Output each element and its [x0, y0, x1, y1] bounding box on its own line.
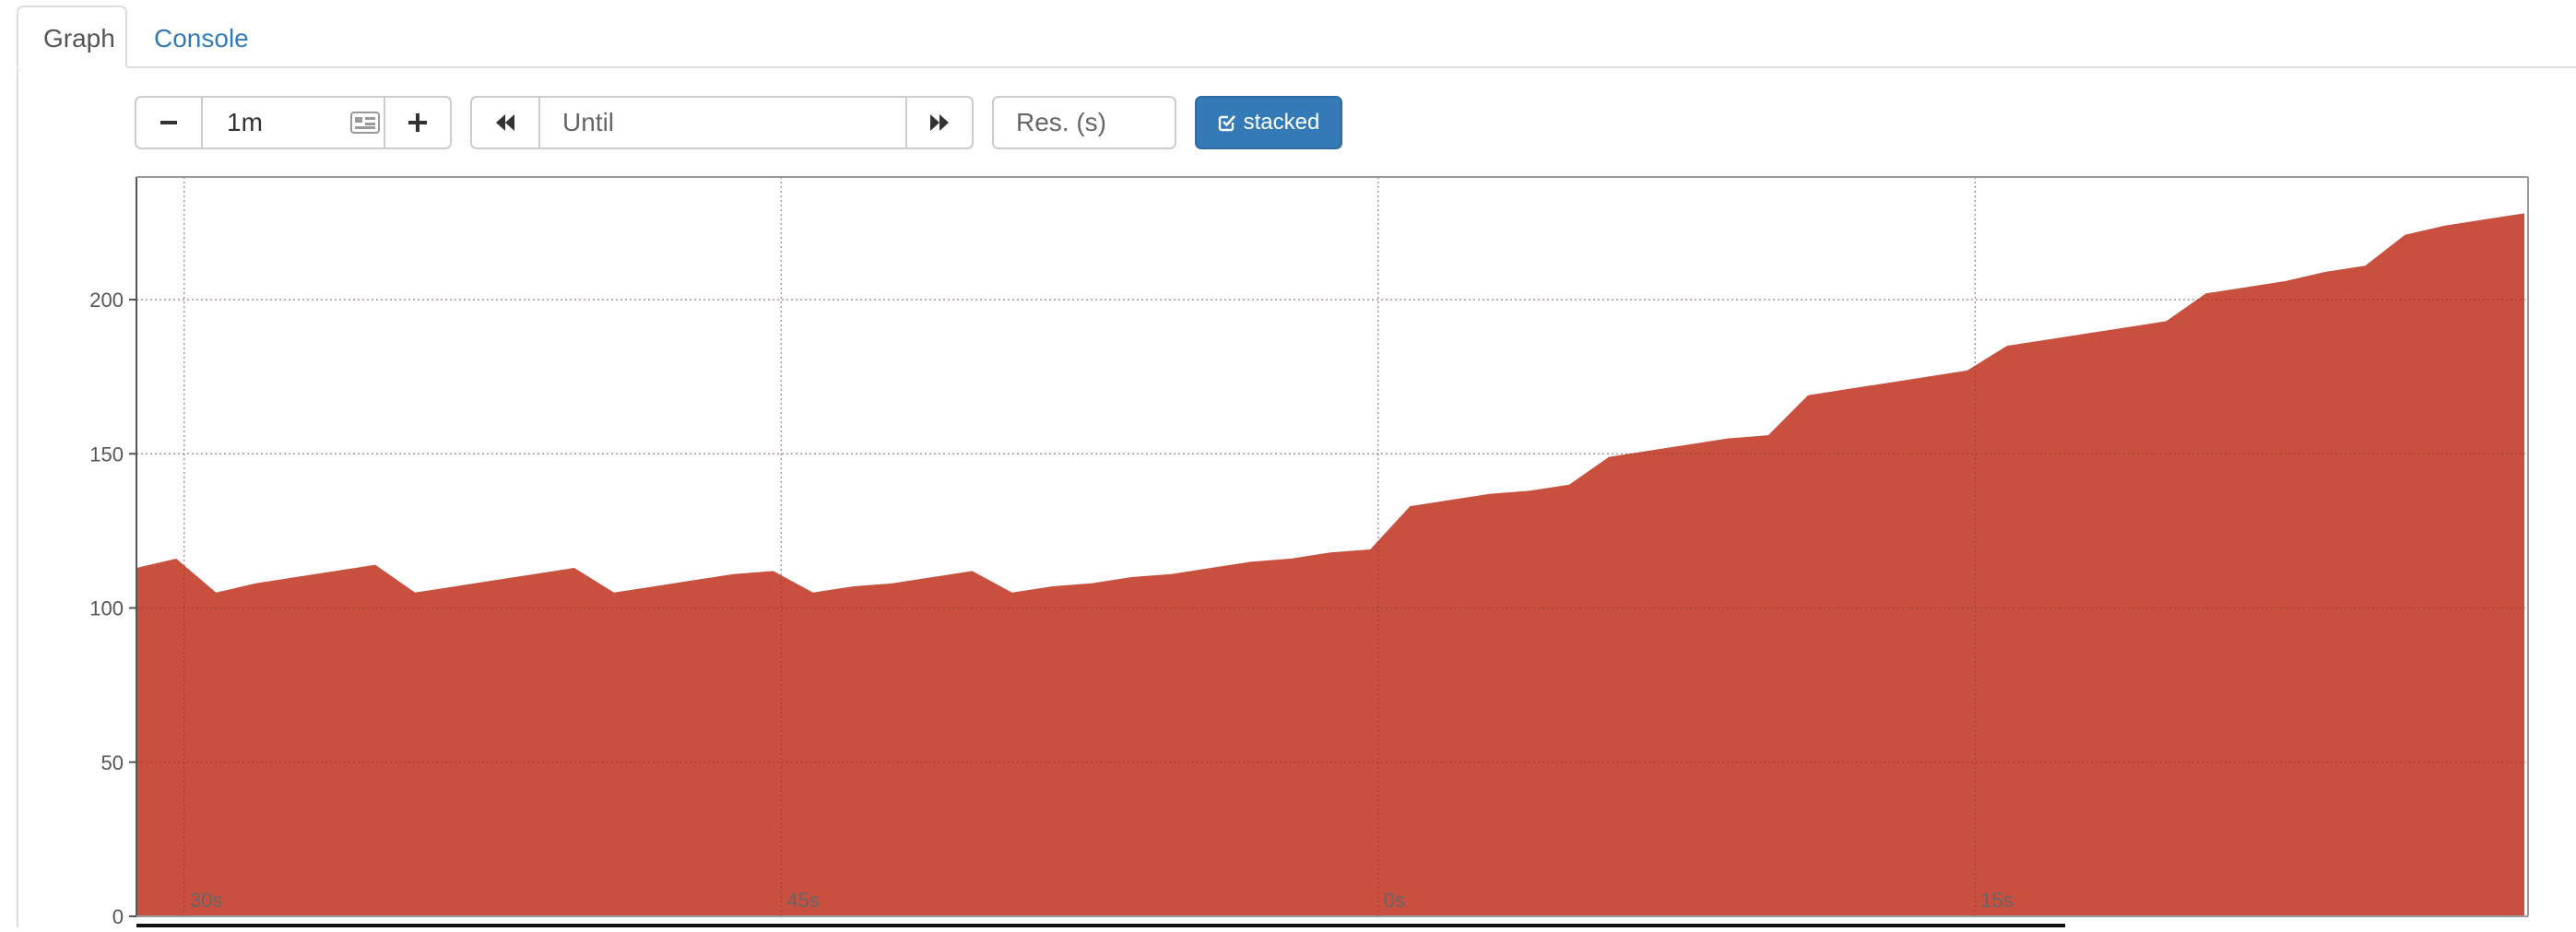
x-tick-label: 45s [786, 889, 819, 912]
y-tick-label: 0 [112, 905, 124, 927]
x-tick-label: 0s [1384, 889, 1405, 912]
y-tick-label: 100 [89, 597, 124, 620]
area-chart: 0 50 100 150 200 30s 45s 0s 15s [89, 176, 2529, 928]
series-area [136, 213, 2524, 917]
y-tick-label: 150 [89, 442, 124, 466]
y-tick-label: 200 [89, 289, 124, 312]
y-axis-ticks: 0 50 100 150 200 [89, 289, 136, 928]
x-tick-label: 30s [190, 889, 222, 912]
y-tick-label: 50 [101, 751, 124, 774]
x-tick-label: 15s [1980, 889, 2013, 912]
horizontal-scrollbar[interactable] [136, 924, 2065, 927]
tab-graph[interactable]: Graph [17, 6, 127, 68]
series-layer [136, 177, 2524, 917]
graph-area: 0 50 100 150 200 30s 45s 0s 15s [0, 0, 2576, 932]
